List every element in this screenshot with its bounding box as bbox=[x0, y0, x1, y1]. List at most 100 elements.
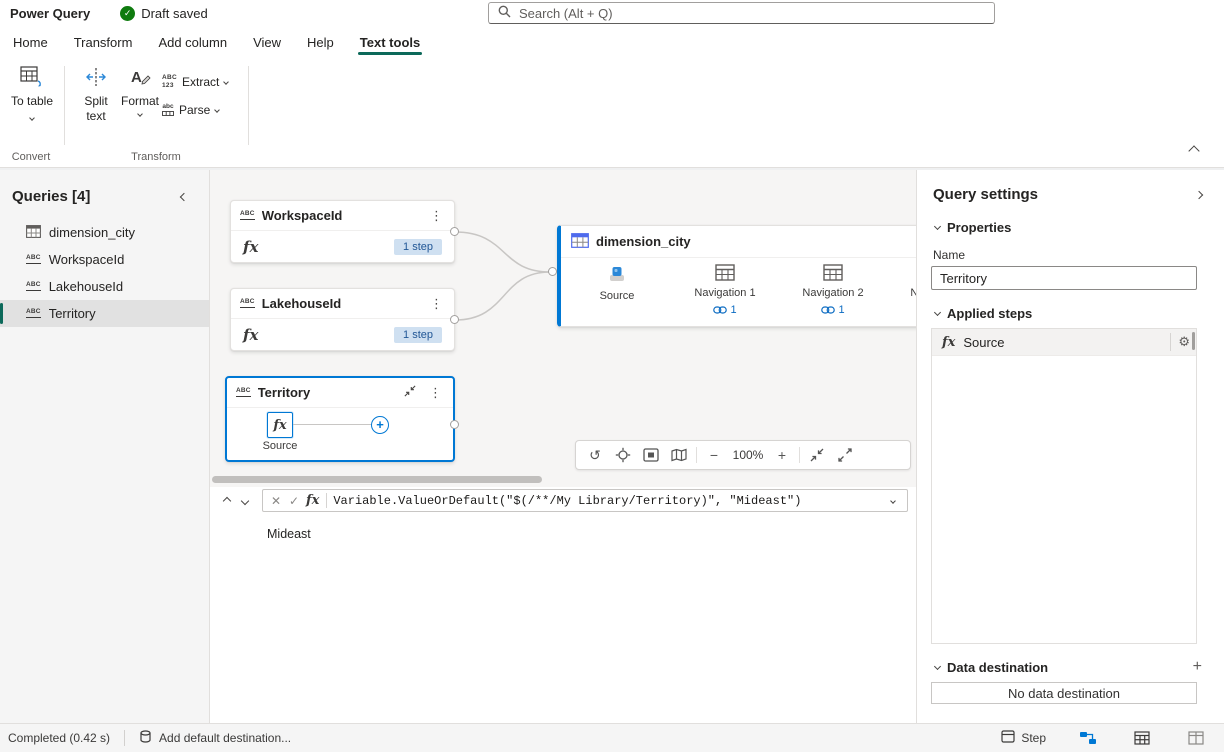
zoom-in-button[interactable]: + bbox=[768, 442, 796, 468]
destination-database-icon bbox=[139, 730, 152, 746]
table-icon bbox=[571, 233, 589, 251]
node-menu-button[interactable]: ⋮ bbox=[428, 208, 445, 224]
collapse-ribbon-button[interactable] bbox=[1182, 141, 1206, 161]
text-type-icon: ABC bbox=[26, 309, 41, 318]
node-title-row: ABC Territory ⋮ bbox=[227, 378, 453, 408]
statusbar: Completed (0.42 s) Add default destinati… bbox=[0, 723, 1224, 752]
diagram-node-dimension-city[interactable]: dimension_city Source Navigation 1 bbox=[557, 225, 916, 327]
parse-icon: abc bbox=[162, 104, 174, 117]
chevron-down-icon bbox=[934, 662, 941, 669]
add-destination-plus-button[interactable]: + bbox=[1193, 658, 1202, 676]
query-item-dimension-city[interactable]: dimension_city bbox=[0, 219, 209, 246]
step-settings-gear-icon[interactable]: ⚙ bbox=[1170, 333, 1190, 351]
add-default-destination-button[interactable]: Add default destination... bbox=[139, 730, 291, 746]
applied-step-source[interactable]: fx Source ⚙ bbox=[932, 329, 1196, 356]
commit-formula-button[interactable]: ✓ bbox=[285, 491, 303, 511]
tab-help[interactable]: Help bbox=[294, 26, 347, 58]
properties-section-header[interactable]: Properties bbox=[935, 220, 1202, 235]
node-steps-row: Source Navigation 1 1 Navig bbox=[563, 264, 916, 316]
formula-divider bbox=[326, 493, 327, 508]
expand-formula-bar-button[interactable] bbox=[890, 498, 896, 504]
cancel-formula-button[interactable]: ✕ bbox=[267, 491, 285, 511]
chevron-down-icon bbox=[215, 107, 221, 113]
diagram-view-toggle[interactable] bbox=[1076, 727, 1100, 749]
locate-selection-icon[interactable] bbox=[609, 442, 637, 468]
parse-button[interactable]: abc Parse bbox=[162, 98, 219, 122]
tab-view[interactable]: View bbox=[240, 26, 294, 58]
source-step-box[interactable]: fx bbox=[267, 412, 293, 438]
diagram-step-source[interactable]: Source bbox=[563, 264, 671, 316]
diagram-step-navigation-2[interactable]: Navigation 2 1 bbox=[779, 264, 887, 316]
toolbar-divider bbox=[799, 447, 800, 463]
preview-value[interactable]: Mideast bbox=[267, 527, 311, 541]
node-title: LakehouseId bbox=[262, 296, 421, 311]
no-data-destination-box[interactable]: No data destination bbox=[931, 682, 1197, 704]
diagram-step-navigation-1[interactable]: Navigation 1 1 bbox=[671, 264, 779, 316]
text-type-icon: ABC bbox=[236, 388, 251, 397]
tab-add-column[interactable]: Add column bbox=[145, 26, 240, 58]
format-icon: A bbox=[128, 66, 152, 91]
tab-text-tools[interactable]: Text tools bbox=[347, 26, 433, 58]
canvas-horizontal-scrollbar[interactable] bbox=[212, 476, 542, 483]
tab-transform[interactable]: Transform bbox=[61, 26, 146, 58]
schema-view-toggle[interactable] bbox=[1184, 727, 1208, 749]
linked-queries-badge[interactable]: 1 bbox=[821, 304, 844, 316]
draft-saved-check-icon: ✓ bbox=[120, 6, 135, 21]
query-settings-title: Query settings bbox=[933, 186, 1038, 203]
output-port-workspaceid[interactable] bbox=[450, 227, 459, 236]
format-label: Format bbox=[121, 94, 159, 108]
output-port-lakehouseid[interactable] bbox=[450, 315, 459, 324]
fit-to-screen-icon[interactable] bbox=[637, 442, 665, 468]
search-input[interactable] bbox=[519, 6, 985, 21]
data-destination-section-header[interactable]: Data destination + bbox=[935, 658, 1202, 676]
query-item-territory[interactable]: ABC Territory bbox=[0, 300, 209, 327]
extract-button[interactable]: ABC123 Extract bbox=[162, 70, 228, 94]
node-menu-button[interactable]: ⋮ bbox=[428, 296, 445, 312]
statusbar-divider bbox=[124, 730, 125, 746]
step-count-badge[interactable]: 1 step bbox=[394, 327, 442, 343]
output-port-territory[interactable] bbox=[450, 420, 459, 429]
fx-icon: fx bbox=[273, 418, 286, 433]
data-view-toggle[interactable] bbox=[1130, 727, 1154, 749]
diagram-view-canvas[interactable]: ABC WorkspaceId ⋮ fx 1 step ABC Lakehous… bbox=[210, 170, 916, 487]
collapse-queries-button[interactable] bbox=[180, 192, 188, 200]
collapse-all-icon[interactable] bbox=[803, 442, 831, 468]
applied-steps-section-header[interactable]: Applied steps bbox=[935, 306, 1202, 321]
node-title: WorkspaceId bbox=[262, 208, 421, 223]
zoom-out-button[interactable]: − bbox=[700, 442, 728, 468]
formula-input[interactable]: Variable.ValueOrDefault("$(/**/My Librar… bbox=[333, 494, 891, 508]
diagram-step-navigation-3[interactable]: Navigation 3 bbox=[887, 264, 916, 316]
query-item-workspaceid[interactable]: ABC WorkspaceId bbox=[0, 246, 209, 273]
zoom-level[interactable]: 100% bbox=[728, 448, 768, 462]
formula-bar: ✕ ✓ fx Variable.ValueOrDefault("$(/**/My… bbox=[210, 487, 916, 514]
diagram-node-lakehouseid[interactable]: ABC LakehouseId ⋮ fx 1 step bbox=[230, 288, 455, 351]
step-count-badge[interactable]: 1 step bbox=[394, 239, 442, 255]
to-table-button[interactable]: To table bbox=[8, 66, 56, 123]
tab-home[interactable]: Home bbox=[0, 26, 61, 58]
linked-queries-badge[interactable]: 1 bbox=[713, 304, 736, 316]
fx-icon: fx bbox=[942, 335, 955, 350]
reset-layout-icon[interactable]: ↺ bbox=[581, 442, 609, 468]
previous-step-button[interactable] bbox=[218, 491, 236, 511]
collapse-node-icon[interactable] bbox=[404, 385, 416, 400]
node-menu-button[interactable]: ⋮ bbox=[427, 385, 444, 401]
minimap-icon[interactable] bbox=[665, 442, 693, 468]
format-button[interactable]: A Format bbox=[116, 66, 164, 116]
next-step-button[interactable] bbox=[236, 491, 254, 511]
expand-all-icon[interactable] bbox=[831, 442, 859, 468]
split-text-button[interactable]: Split text bbox=[72, 66, 120, 123]
add-step-plus-button[interactable]: + bbox=[371, 416, 389, 434]
extract-icon: ABC123 bbox=[162, 75, 177, 89]
step-label: Navigation 1 bbox=[694, 287, 755, 299]
diagram-node-territory[interactable]: ABC Territory ⋮ fx + Source bbox=[225, 376, 455, 462]
step-view-button[interactable]: Step bbox=[1001, 730, 1046, 746]
query-item-lakehouseid[interactable]: ABC LakehouseId bbox=[0, 273, 209, 300]
global-search-box[interactable] bbox=[488, 2, 995, 24]
extract-label: Extract bbox=[182, 75, 219, 89]
chevron-down-icon bbox=[223, 79, 229, 85]
input-port-dimension-city[interactable] bbox=[548, 267, 557, 276]
query-name-input[interactable] bbox=[931, 266, 1197, 290]
collapse-settings-button[interactable] bbox=[1195, 190, 1203, 198]
diagram-node-workspaceid[interactable]: ABC WorkspaceId ⋮ fx 1 step bbox=[230, 200, 455, 263]
applied-steps-scrollbar[interactable] bbox=[1192, 332, 1195, 350]
